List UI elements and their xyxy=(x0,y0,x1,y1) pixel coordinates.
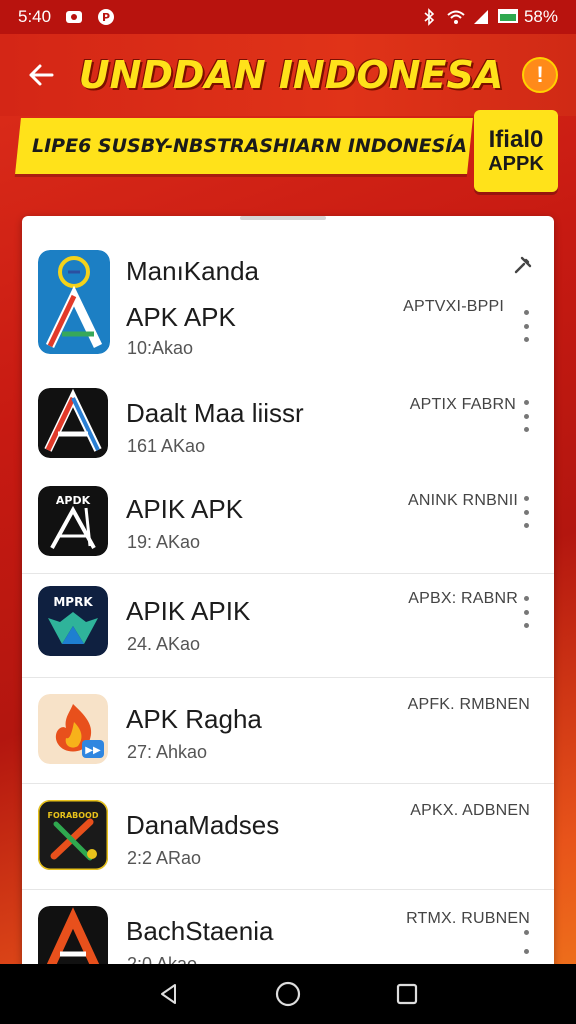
home-nav-button[interactable] xyxy=(273,979,303,1009)
drag-handle[interactable] xyxy=(240,216,326,220)
app-subtitle: APK APK xyxy=(126,302,236,332)
app-name: APK Ragha xyxy=(126,704,262,734)
more-vert-icon[interactable] xyxy=(514,496,538,528)
app-size: 24. AKao xyxy=(127,634,201,654)
apdk-logo-icon: APDK xyxy=(38,486,108,556)
exclamation-icon: ! xyxy=(536,62,544,87)
media-icon xyxy=(65,8,83,26)
square-recents-icon xyxy=(396,983,417,1005)
app-name: ManıKanda xyxy=(126,256,259,286)
promo-banner: LIPE6 SUSBY-NBSTRASHIARN INDONESÍA xyxy=(15,118,473,174)
triangle-back-icon xyxy=(161,984,177,1004)
svg-text:P: P xyxy=(102,11,110,24)
app-list-card: ManıKanda APK APK 10:Akao APTVXI-BPPI Da… xyxy=(22,216,554,976)
pinterest-icon: P xyxy=(97,8,115,26)
svg-text:MPRK: MPRK xyxy=(53,595,93,609)
bluetooth-icon xyxy=(420,8,438,26)
flame-logo-icon: ▶▶ xyxy=(38,694,108,764)
app-name: APIK APK xyxy=(126,494,244,524)
more-vert-icon[interactable] xyxy=(514,930,538,954)
app-size: 161 AKao xyxy=(127,436,206,456)
status-time: 5:40 xyxy=(18,7,52,26)
signal-icon xyxy=(472,8,490,26)
svg-text:FORABOOD: FORABOOD xyxy=(48,811,99,820)
app-size: 2:2 ARao xyxy=(127,848,202,868)
list-item[interactable]: ▶▶ APK Ragha 27: Ahkao APFK. RMBNEN xyxy=(22,678,554,784)
app-name: DanaMadses xyxy=(126,810,280,840)
status-bar: 5:40 P 58% xyxy=(0,0,576,34)
app-bar: UNDDAN INDONESA ! xyxy=(0,34,576,116)
app-size: 19: AKao xyxy=(127,532,201,552)
app-size: 27: Ahkao xyxy=(127,742,208,762)
circle-home-icon xyxy=(275,981,301,1007)
system-nav-bar xyxy=(0,964,576,1024)
alert-button[interactable]: ! xyxy=(522,57,558,93)
list-item[interactable]: ManıKanda APK APK 10:Akao APTVXI-BPPI xyxy=(22,234,554,376)
more-vert-icon[interactable] xyxy=(514,400,538,432)
wifi-icon xyxy=(446,8,465,26)
badge-line-1: Ifial0 xyxy=(488,126,544,153)
svg-text:APDK: APDK xyxy=(56,494,91,507)
app-tag: APTIX FABRN xyxy=(409,396,516,413)
app-name: BachStaenia xyxy=(126,916,274,946)
more-vert-icon[interactable] xyxy=(514,596,538,628)
app-tag: RTMX. RUBNEN xyxy=(406,910,530,927)
app-tag: APTVXI-BPPI xyxy=(403,298,504,315)
mprk-logo-icon: MPRK xyxy=(38,586,108,656)
blue-a-logo-icon xyxy=(38,250,110,354)
app-name: Daalt Maa liissr xyxy=(126,398,304,428)
banner-text: LIPE6 SUSBY-NBSTRASHIARN INDONESÍA xyxy=(32,135,468,157)
app-tag: ANINK RNBNII xyxy=(408,492,518,509)
app-tag: APFK. RMBNEN xyxy=(407,696,530,713)
back-nav-button[interactable] xyxy=(154,979,184,1009)
battery-percent: 58% xyxy=(523,7,558,26)
more-vert-icon[interactable] xyxy=(514,310,538,342)
battery-icon xyxy=(497,8,518,26)
arrow-left-icon xyxy=(29,64,54,86)
app-tag: APBX: RABNR xyxy=(408,590,518,607)
back-button[interactable] xyxy=(14,48,68,102)
black-a-logo-icon xyxy=(38,388,108,458)
tools-logo-icon: FORABOOD xyxy=(38,800,108,870)
page-title: UNDDAN INDONESA xyxy=(78,53,504,97)
app-tag: APKX. ADBNEN xyxy=(410,802,530,819)
recents-nav-button[interactable] xyxy=(392,979,422,1009)
app-size: 10:Akao xyxy=(127,338,194,358)
svg-text:▶▶: ▶▶ xyxy=(85,745,101,756)
list-item[interactable]: Daalt Maa liissr 161 AKao APTIX FABRN xyxy=(22,376,554,474)
app-name: APIK APIK xyxy=(126,596,251,626)
list-item[interactable]: MPRK APIK APIK 24. AKao APBX: RABNR xyxy=(22,574,554,678)
apk-badge[interactable]: Ifial0 APPK xyxy=(474,110,558,192)
badge-line-2: APPK xyxy=(488,153,544,175)
list-item[interactable]: FORABOOD DanaMadses 2:2 ARao APKX. ADBNE… xyxy=(22,784,554,890)
list-item[interactable]: APDK APIK APK 19: AKao ANINK RNBNII xyxy=(22,474,554,574)
